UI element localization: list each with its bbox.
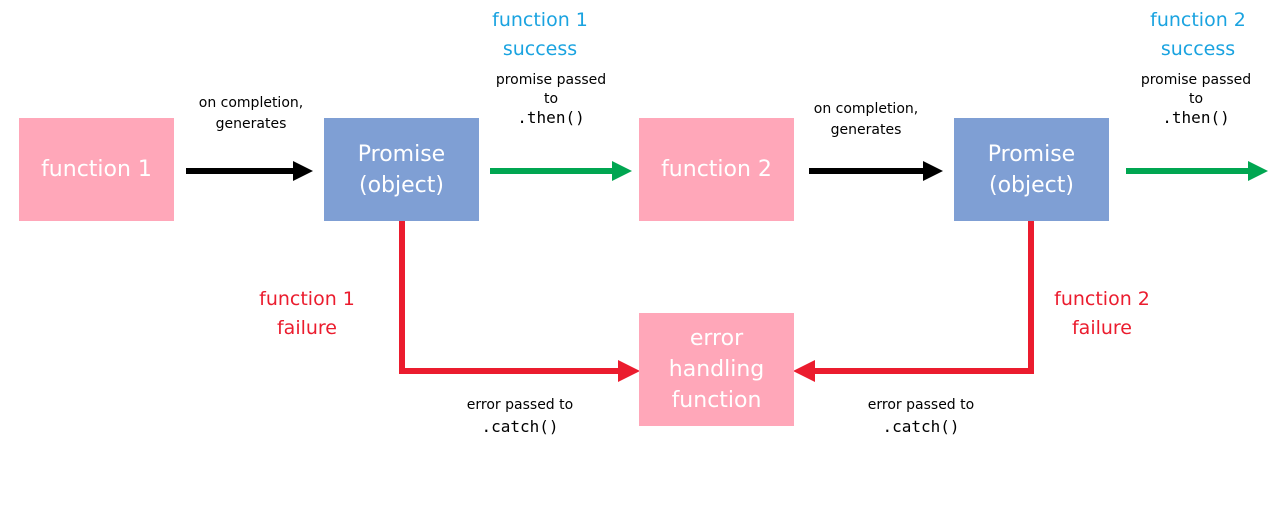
generate-2-label: on completion, generates xyxy=(791,99,941,141)
generate-1-line-2: generates xyxy=(215,116,287,132)
then-2-code: .then() xyxy=(1162,108,1230,127)
function-2-box: function 2 xyxy=(639,118,794,221)
catch-2-line-1: error passed to xyxy=(867,397,975,413)
error-handler-line-3: function xyxy=(671,388,762,413)
arrow-then-1 xyxy=(490,161,632,181)
success-2-line-1: function 2 xyxy=(1150,9,1246,31)
catch-1-line-1: error passed to xyxy=(466,397,574,413)
failure-1-line-1: function 1 xyxy=(259,288,355,310)
promise-1-box: Promise (object) xyxy=(324,118,479,221)
generate-2-line-2: generates xyxy=(830,122,902,138)
success-1-annotation: function 1 success xyxy=(480,6,600,64)
arrow-catch-2 xyxy=(793,221,1034,382)
success-2-line-2: success xyxy=(1160,38,1236,60)
failure-2-annotation: function 2 failure xyxy=(1042,285,1162,343)
error-handler-line-2: handling xyxy=(668,357,765,382)
success-2-annotation: function 2 success xyxy=(1138,6,1258,64)
then-2-line-1: promise passed xyxy=(1140,72,1252,88)
error-handler-line-1: error xyxy=(689,326,744,351)
arrow-generate-1 xyxy=(186,161,313,181)
error-handler-box: error handling function xyxy=(639,313,794,426)
success-1-line-2: success xyxy=(502,38,578,60)
failure-1-annotation: function 1 failure xyxy=(247,285,367,343)
catch-2-label: error passed to .catch() xyxy=(846,395,996,437)
failure-2-line-2: failure xyxy=(1071,317,1132,339)
then-2-line-2: to xyxy=(1188,91,1204,107)
then-1-code: .then() xyxy=(517,108,585,127)
promise-2-label: Promise xyxy=(987,141,1076,167)
promise-1-sublabel: (object) xyxy=(359,172,444,198)
success-1-line-1: function 1 xyxy=(492,9,588,31)
arrow-generate-2 xyxy=(809,161,943,181)
arrow-catch-1 xyxy=(399,221,640,382)
generate-1-label: on completion, generates xyxy=(176,93,326,135)
function-1-box: function 1 xyxy=(19,118,174,221)
then-1-line-2: to xyxy=(543,91,559,107)
promise-1-label: Promise xyxy=(357,141,446,167)
catch-1-code: .catch() xyxy=(481,417,559,436)
failure-1-line-2: failure xyxy=(276,317,337,339)
promise-2-sublabel: (object) xyxy=(989,172,1074,198)
function-2-label: function 2 xyxy=(661,157,772,182)
generate-1-line-1: on completion, xyxy=(198,95,304,111)
then-2-label: promise passed to .then() xyxy=(1121,70,1271,128)
function-1-label: function 1 xyxy=(41,157,152,182)
catch-2-code: .catch() xyxy=(882,417,960,436)
arrow-then-2 xyxy=(1126,161,1268,181)
catch-1-label: error passed to .catch() xyxy=(445,395,595,437)
then-1-label: promise passed to .then() xyxy=(476,70,626,128)
then-1-line-1: promise passed xyxy=(495,72,607,88)
arrows-layer xyxy=(186,161,1268,382)
failure-2-line-1: function 2 xyxy=(1054,288,1150,310)
generate-2-line-1: on completion, xyxy=(813,101,919,117)
promise-2-box: Promise (object) xyxy=(954,118,1109,221)
